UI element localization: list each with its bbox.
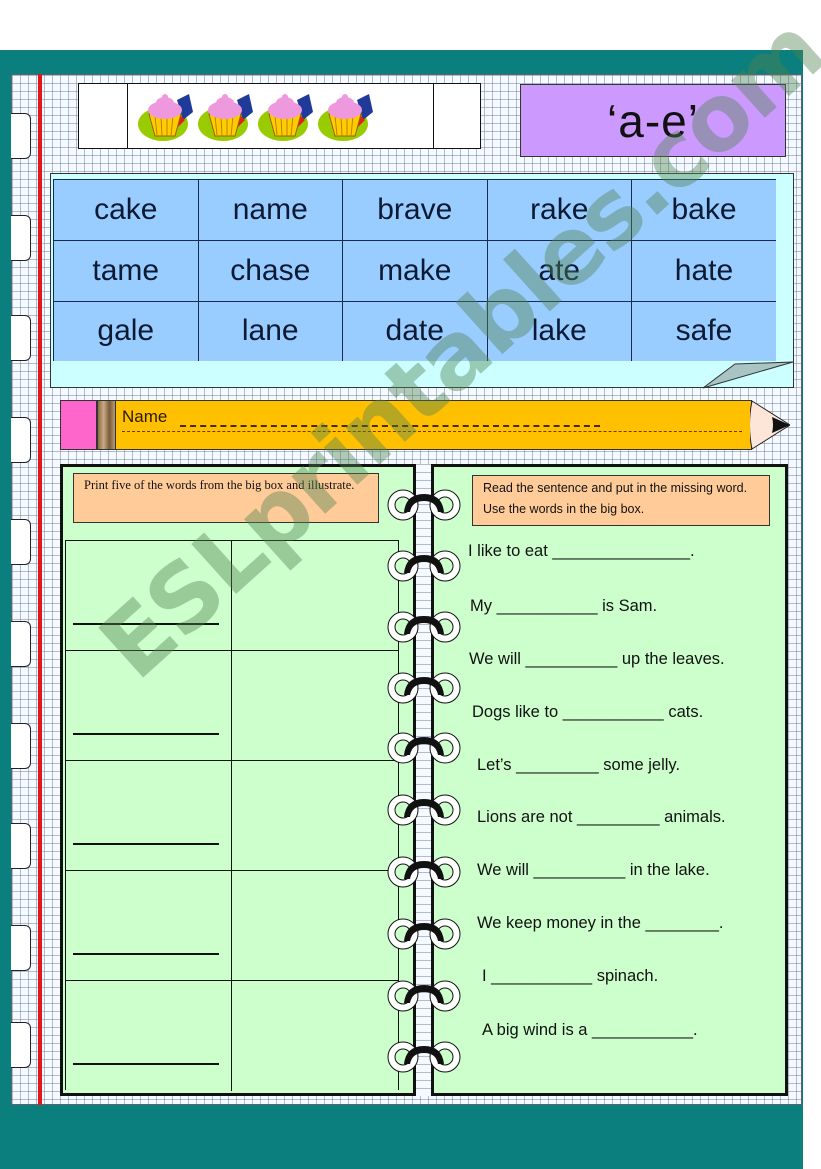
cell-divider — [231, 871, 232, 981]
illustration-row — [65, 760, 399, 871]
spiral-ring-icon — [386, 610, 462, 644]
word-cell: ate — [486, 239, 632, 302]
cupcake-icon — [137, 90, 195, 144]
illustration-grid — [65, 540, 399, 1091]
cupcake-icon — [317, 90, 375, 144]
spiral-ring-icon — [386, 979, 462, 1013]
cupcake-banner — [78, 83, 481, 149]
illustrate-panel: Print five of the words from the big box… — [60, 464, 416, 1096]
illustration-row — [65, 650, 399, 761]
sentence[interactable]: We will __________ up the leaves. — [469, 650, 725, 669]
page-curl-icon — [702, 361, 794, 389]
margin-line — [38, 74, 42, 1105]
word-row: cake name brave rake bake — [53, 179, 776, 241]
binder-tab — [11, 823, 31, 869]
pencil-ferrule — [97, 400, 116, 450]
word-write-line[interactable] — [73, 953, 219, 955]
illustration-row — [65, 870, 399, 981]
cupcake-icon — [197, 90, 255, 144]
spiral-ring-icon — [386, 1040, 462, 1074]
illustrate-instruction: Print five of the words from the big box… — [73, 473, 379, 523]
pencil-tip-icon — [750, 400, 790, 450]
cell-divider — [231, 541, 232, 651]
cell-divider — [231, 981, 232, 1091]
sentences-panel: Read the sentence and put in the missing… — [431, 464, 788, 1096]
word-write-line[interactable] — [73, 733, 219, 735]
word-cell: safe — [631, 300, 776, 361]
binder-tab — [11, 215, 31, 261]
sentence[interactable]: Lions are not _________ animals. — [477, 808, 726, 827]
binder-tab — [11, 315, 31, 361]
name-label: Name — [122, 407, 168, 426]
cupcake-icon — [257, 90, 315, 144]
name-pencil: Name — [60, 400, 790, 450]
word-cell: cake — [53, 179, 199, 241]
sentence[interactable]: I like to eat _______________. — [468, 542, 695, 561]
spiral-ring-icon — [386, 855, 462, 889]
spiral-ring-icon — [386, 731, 462, 765]
word-write-line[interactable] — [73, 843, 219, 845]
word-cell: hate — [631, 239, 776, 302]
cell-divider — [231, 651, 232, 761]
page-title: ‘a-e’ — [607, 94, 699, 147]
sentence[interactable]: We will __________ in the lake. — [477, 861, 710, 880]
word-write-line[interactable] — [73, 1063, 219, 1065]
binder-tab — [11, 621, 31, 667]
spiral-ring-icon — [386, 793, 462, 827]
word-cell: brave — [342, 179, 488, 241]
word-cell: rake — [486, 179, 632, 241]
sentence[interactable]: We keep money in the ________. — [477, 914, 723, 933]
spiral-ring-icon — [386, 917, 462, 951]
sentence[interactable]: Let’s _________ some jelly. — [477, 756, 680, 775]
cell-divider — [231, 761, 232, 871]
pencil-body: Name — [116, 400, 752, 450]
cupcake-row — [137, 90, 375, 144]
illustration-row — [65, 540, 399, 651]
word-cell: bake — [631, 179, 776, 241]
illustration-row — [65, 980, 399, 1091]
binder-tab — [11, 1022, 31, 1068]
banner-divider — [433, 84, 434, 148]
word-write-line[interactable] — [73, 623, 219, 625]
word-cell: chase — [197, 239, 343, 302]
word-cell: tame — [53, 239, 199, 302]
banner-divider — [127, 84, 128, 148]
binder-tab — [11, 519, 31, 565]
word-table: cake name brave rake bake tame chase make ate hat… — [53, 179, 776, 361]
guide-line — [122, 431, 742, 432]
spiral-ring-icon — [386, 488, 462, 522]
word-cell: make — [342, 239, 488, 302]
binder-tab — [11, 417, 31, 463]
word-cell: gale — [53, 300, 199, 361]
word-cell: name — [197, 179, 343, 241]
pencil-eraser — [60, 400, 97, 450]
binder-tab — [11, 925, 31, 971]
sentence[interactable]: A big wind is a ___________. — [482, 1021, 698, 1040]
spiral-ring-icon — [386, 671, 462, 705]
binder-tab — [11, 113, 31, 159]
word-cell: date — [342, 300, 488, 361]
sentence[interactable]: I ___________ spinach. — [482, 967, 658, 986]
binder-tab — [11, 723, 31, 769]
word-row: gale lane date lake safe — [53, 300, 776, 361]
sentence[interactable]: Dogs like to ___________ cats. — [472, 703, 703, 722]
spiral-ring-icon — [386, 549, 462, 583]
sentences-instruction: Read the sentence and put in the missing… — [472, 475, 770, 526]
word-cell: lane — [197, 300, 343, 361]
word-row: tame chase make ate hate — [53, 239, 776, 302]
title-box: ‘a-e’ — [520, 84, 786, 157]
word-cell: lake — [486, 300, 632, 361]
name-input-line[interactable] — [180, 425, 600, 427]
sentence[interactable]: My ___________ is Sam. — [470, 597, 657, 616]
